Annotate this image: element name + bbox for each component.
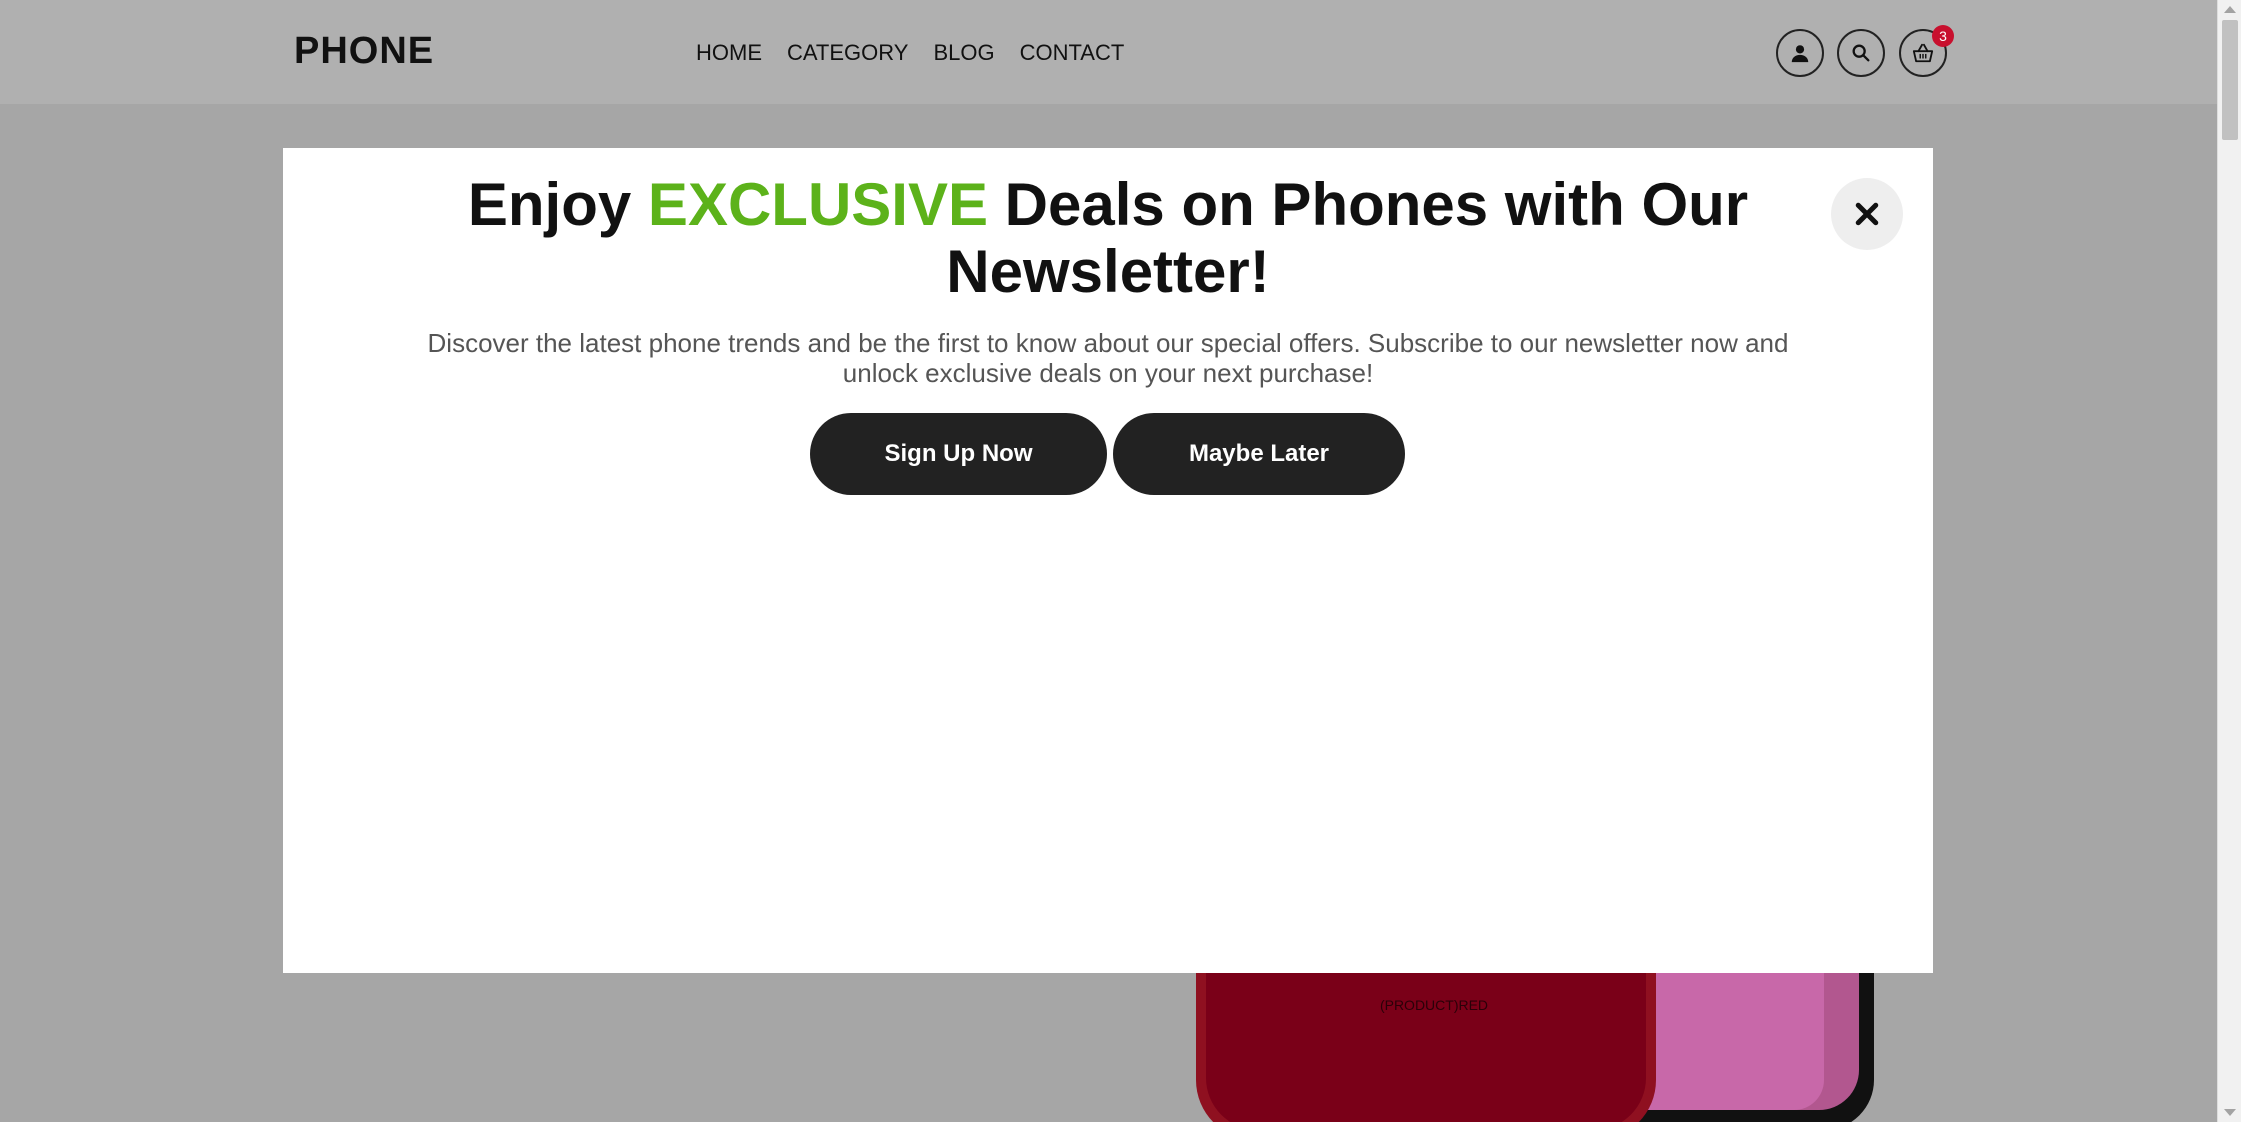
close-button[interactable] — [1831, 178, 1903, 250]
nav-contact[interactable]: CONTACT — [1020, 40, 1125, 66]
close-icon — [1855, 202, 1879, 226]
nav-home[interactable]: HOME — [696, 40, 762, 66]
cart-count-badge: 3 — [1932, 25, 1954, 47]
site-header: PHONE HOME CATEGORY BLOG CONTACT 3 — [0, 0, 2217, 104]
site-logo[interactable]: PHONE — [294, 30, 434, 73]
cart-button[interactable]: 3 — [1899, 25, 1954, 77]
nav-category[interactable]: CATEGORY — [787, 40, 908, 66]
account-button[interactable] — [1776, 29, 1824, 77]
search-button[interactable] — [1837, 29, 1885, 77]
search-icon — [1852, 44, 1870, 62]
main-nav: HOME CATEGORY BLOG CONTACT — [696, 40, 1124, 66]
title-post: Deals on Phones with Our Newsletter! — [946, 171, 1749, 305]
newsletter-modal: Enjoy EXCLUSIVE Deals on Phones with Our… — [283, 148, 1933, 973]
user-icon — [1791, 45, 1809, 63]
scroll-up-arrow[interactable] — [2224, 6, 2236, 13]
modal-title: Enjoy EXCLUSIVE Deals on Phones with Our… — [433, 171, 1783, 305]
scroll-down-arrow[interactable] — [2224, 1109, 2236, 1116]
basket-icon — [1912, 43, 1934, 63]
maybe-later-button[interactable]: Maybe Later — [1113, 413, 1405, 495]
phone-product-label: (PRODUCT)RED — [1380, 997, 1488, 1013]
sign-up-button[interactable]: Sign Up Now — [810, 413, 1107, 495]
page-scrollbar[interactable] — [2217, 0, 2241, 1122]
nav-blog[interactable]: BLOG — [933, 40, 994, 66]
title-highlight: EXCLUSIVE — [647, 171, 988, 238]
scroll-thumb[interactable] — [2222, 20, 2238, 140]
modal-description: Discover the latest phone trends and be … — [427, 328, 1789, 388]
title-pre: Enjoy — [467, 171, 632, 238]
